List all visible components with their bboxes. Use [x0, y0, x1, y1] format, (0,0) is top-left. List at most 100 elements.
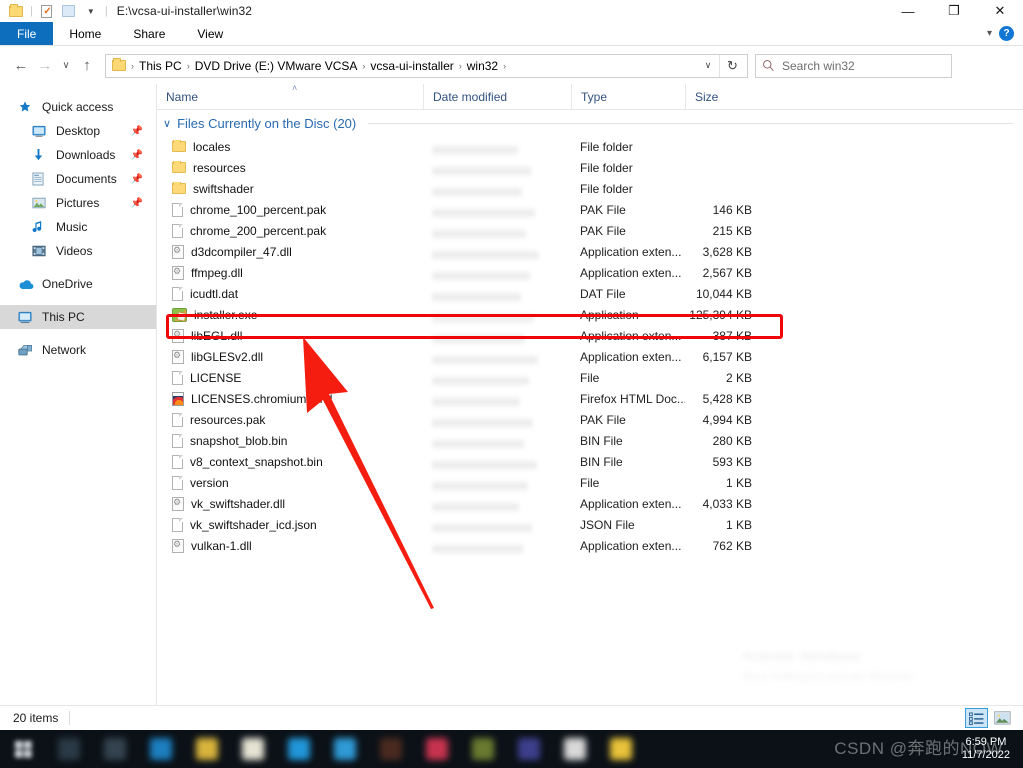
sidebar-item-desktop[interactable]: Desktop 📌 [0, 119, 156, 143]
tab-share[interactable]: Share [117, 22, 181, 45]
address-dropdown-icon[interactable]: ∨ [697, 60, 719, 71]
file-name-cell[interactable]: snapshot_blob.bin [157, 433, 423, 448]
sidebar-item-pictures[interactable]: Pictures 📌 [0, 191, 156, 215]
taskbar-icon[interactable] [138, 730, 184, 768]
file-name-cell[interactable]: d3dcompiler_47.dll [157, 244, 423, 259]
sidebar-item-videos[interactable]: Videos [0, 239, 156, 263]
table-row[interactable]: snapshot_blob.bin BIN File 280 KB [157, 430, 1023, 451]
address-bar[interactable]: › This PC › DVD Drive (E:) VMware VCSA ›… [105, 53, 748, 78]
file-name-cell[interactable]: locales [157, 139, 423, 154]
pin-icon[interactable]: 📌 [131, 126, 143, 137]
table-row[interactable]: chrome_100_percent.pak PAK File 146 KB [157, 199, 1023, 220]
file-name-cell[interactable]: resources.pak [157, 412, 423, 427]
table-row[interactable]: locales File folder [157, 136, 1023, 157]
table-row[interactable]: vk_swiftshader.dll Application exten... 4,… [157, 493, 1023, 514]
large-icons-view-button[interactable] [991, 708, 1014, 728]
taskbar-icon[interactable] [92, 730, 138, 768]
sidebar-item-this-pc[interactable]: This PC [0, 305, 156, 329]
start-button[interactable] [0, 730, 46, 768]
maximize-button[interactable]: ❐ [931, 0, 977, 22]
file-name-cell[interactable]: icudtl.dat [157, 286, 423, 301]
sidebar-item-network[interactable]: Network [0, 338, 156, 362]
search-box[interactable]: Search win32 [755, 53, 952, 78]
taskbar-icon[interactable] [414, 730, 460, 768]
table-row[interactable]: LICENSES.chromium.html Firefox HTML Doc..… [157, 388, 1023, 409]
pin-icon[interactable]: 📌 [131, 174, 143, 185]
close-button[interactable]: ✕ [977, 0, 1023, 22]
table-row[interactable]: chrome_200_percent.pak PAK File 215 KB [157, 220, 1023, 241]
table-row[interactable]: icudtl.dat DAT File 10,044 KB [157, 283, 1023, 304]
search-input[interactable]: Search win32 [782, 59, 855, 73]
help-icon[interactable]: ? [999, 26, 1014, 41]
taskbar-icon[interactable] [322, 730, 368, 768]
sidebar-item-documents[interactable]: Documents 📌 [0, 167, 156, 191]
file-name-cell[interactable]: vk_swiftshader.dll [157, 496, 423, 511]
folder-icon[interactable] [5, 0, 27, 22]
file-name-cell[interactable]: libEGL.dll [157, 328, 423, 343]
taskbar-icon[interactable] [598, 730, 644, 768]
file-name-cell[interactable]: chrome_200_percent.pak [157, 223, 423, 238]
sidebar-item-onedrive[interactable]: OneDrive [0, 272, 156, 296]
table-row[interactable]: resources File folder [157, 157, 1023, 178]
chevron-down-icon[interactable]: ▼ [80, 0, 102, 22]
taskbar-icon[interactable] [46, 730, 92, 768]
file-name-cell[interactable]: chrome_100_percent.pak [157, 202, 423, 217]
file-name-cell[interactable]: version [157, 475, 423, 490]
file-name-cell[interactable]: LICENSES.chromium.html [157, 391, 423, 406]
breadcrumb-item-vcsa-ui-installer[interactable]: vcsa-ui-installer [367, 59, 456, 73]
group-header[interactable]: ∨ Files Currently on the Disc (20) [157, 110, 1023, 136]
table-row[interactable]: version File 1 KB [157, 472, 1023, 493]
taskbar-icon[interactable] [276, 730, 322, 768]
details-view-button[interactable] [965, 708, 988, 728]
breadcrumb-item-dvd-drive[interactable]: DVD Drive (E:) VMware VCSA [192, 59, 361, 73]
file-name-cell[interactable]: LICENSE [157, 370, 423, 385]
tab-file[interactable]: File [0, 22, 54, 45]
taskbar-icon[interactable] [506, 730, 552, 768]
table-row[interactable]: d3dcompiler_47.dll Application exten... 3,… [157, 241, 1023, 262]
minimize-button[interactable]: — [885, 0, 931, 22]
sidebar-item-downloads[interactable]: Downloads 📌 [0, 143, 156, 167]
pin-icon[interactable]: 📌 [131, 150, 143, 161]
forward-button[interactable]: → [33, 54, 57, 78]
file-name-cell[interactable]: installer.exe [157, 307, 423, 322]
sidebar-item-quick-access[interactable]: Quick access [0, 95, 156, 119]
table-row[interactable]: libGLESv2.dll Application exten... 6,157 K… [157, 346, 1023, 367]
taskbar-icon[interactable] [552, 730, 598, 768]
column-header-type[interactable]: Type [571, 84, 685, 110]
file-name-cell[interactable]: libGLESv2.dll [157, 349, 423, 364]
tab-home[interactable]: Home [53, 22, 117, 45]
column-header-date-modified[interactable]: Date modified [423, 84, 571, 110]
file-name-cell[interactable]: swiftshader [157, 181, 423, 196]
file-name-cell[interactable]: v8_context_snapshot.bin [157, 454, 423, 469]
pin-icon[interactable]: 📌 [131, 198, 143, 209]
sidebar-item-music[interactable]: Music [0, 215, 156, 239]
tab-view[interactable]: View [181, 22, 239, 45]
table-row[interactable]: LICENSE File 2 KB [157, 367, 1023, 388]
taskbar-icon[interactable] [230, 730, 276, 768]
chevron-down-icon[interactable]: ▾ [987, 28, 992, 39]
up-button[interactable]: ↑ [75, 54, 99, 78]
taskbar-icon[interactable] [368, 730, 414, 768]
table-row[interactable]: v8_context_snapshot.bin BIN File 593 KB [157, 451, 1023, 472]
table-row[interactable]: resources.pak PAK File 4,994 KB [157, 409, 1023, 430]
column-header-size[interactable]: Size [685, 84, 765, 110]
breadcrumb-item-win32[interactable]: win32 [464, 59, 501, 73]
taskbar-icon[interactable] [460, 730, 506, 768]
table-row[interactable]: swiftshader File folder [157, 178, 1023, 199]
properties-icon[interactable]: ✓ [36, 0, 58, 22]
file-name-cell[interactable]: vk_swiftshader_icd.json [157, 517, 423, 532]
recent-locations-button[interactable]: ∨ [57, 54, 75, 78]
breadcrumb-item-this-pc[interactable]: This PC [136, 59, 185, 73]
table-row[interactable]: libEGL.dll Application exten... 387 KB [157, 325, 1023, 346]
back-button[interactable]: ← [9, 54, 33, 78]
file-name-cell[interactable]: ffmpeg.dll [157, 265, 423, 280]
file-name-cell[interactable]: resources [157, 160, 423, 175]
table-row[interactable]: vulkan-1.dll Application exten... 762 KB [157, 535, 1023, 556]
chevron-down-icon[interactable]: ∨ [163, 117, 171, 130]
new-folder-icon[interactable] [58, 0, 80, 22]
table-row[interactable]: ffmpeg.dll Application exten... 2,567 KB [157, 262, 1023, 283]
column-header-name[interactable]: Name ˄ [157, 84, 423, 110]
file-name-cell[interactable]: vulkan-1.dll [157, 538, 423, 553]
taskbar-icon[interactable] [184, 730, 230, 768]
table-row[interactable]: vk_swiftshader_icd.json JSON File 1 KB [157, 514, 1023, 535]
